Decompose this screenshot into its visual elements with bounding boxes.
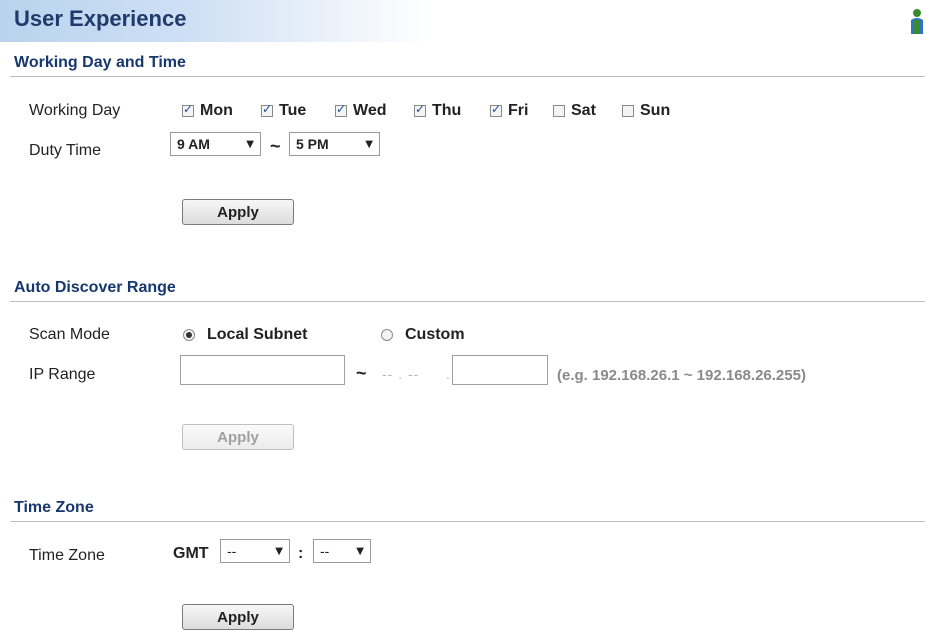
gmt-minutes-select[interactable]: -- ▼ [313, 539, 371, 563]
day-label: Wed [353, 102, 387, 119]
day-label: Mon [200, 102, 233, 119]
user-icon[interactable] [909, 8, 925, 36]
day-checkbox-wed[interactable]: Wed [335, 102, 386, 120]
end-time-select[interactable]: 5 PM ▼ [289, 132, 380, 156]
day-checkbox-fri[interactable]: Fri [490, 102, 528, 120]
end-time-value: 5 PM [296, 136, 329, 152]
ip-dot: . [446, 366, 451, 382]
page-title: User Experience [14, 6, 187, 31]
gmt-label: GMT [173, 545, 209, 562]
duty-time-separator: ~ [270, 136, 281, 156]
ip-end-input[interactable] [452, 355, 548, 385]
checkbox-checked-icon[interactable] [414, 102, 426, 117]
start-time-select[interactable]: 9 AM ▼ [170, 132, 261, 156]
day-label: Thu [432, 102, 462, 119]
day-label: Fri [508, 102, 529, 119]
day-checkbox-sun[interactable]: Sun [622, 102, 670, 120]
dropdown-arrow-icon: ▼ [246, 138, 254, 150]
scan-mode-label: Scan Mode [29, 326, 110, 343]
radio-selected-icon[interactable] [183, 329, 195, 341]
day-checkbox-thu[interactable]: Thu [414, 102, 461, 120]
section-title-timezone: Time Zone [14, 499, 94, 516]
apply-button-timezone[interactable]: Apply [182, 604, 294, 630]
ip-range-label: IP Range [29, 366, 96, 383]
section-title-working: Working Day and Time [14, 54, 186, 71]
apply-button-discover[interactable]: Apply [182, 424, 294, 450]
day-checkbox-tue[interactable]: Tue [261, 102, 306, 120]
radio-unselected-icon[interactable] [381, 329, 393, 341]
day-label: Sat [571, 102, 596, 119]
day-label: Tue [279, 102, 307, 119]
working-day-label: Working Day [29, 102, 121, 119]
scan-mode-custom[interactable]: Custom [381, 326, 465, 344]
ip-mid-placeholder: -- . -- [382, 366, 420, 382]
start-time-value: 9 AM [177, 136, 210, 152]
checkbox-checked-icon[interactable] [335, 102, 347, 117]
gmt-hours-select[interactable]: -- ▼ [220, 539, 290, 563]
checkbox-unchecked-icon[interactable] [622, 105, 634, 117]
checkbox-checked-icon[interactable] [182, 102, 194, 117]
checkbox-checked-icon[interactable] [490, 102, 502, 117]
radio-label: Custom [405, 326, 465, 343]
apply-button-working[interactable]: Apply [182, 199, 294, 225]
duty-time-label: Duty Time [29, 142, 102, 159]
scan-mode-local-subnet[interactable]: Local Subnet [183, 326, 307, 344]
gmt-hours-value: -- [227, 543, 237, 559]
ip-start-input[interactable] [180, 355, 345, 385]
dropdown-arrow-icon: ▼ [356, 545, 364, 557]
dropdown-arrow-icon: ▼ [275, 545, 283, 557]
ip-range-separator: ~ [356, 363, 367, 383]
radio-label: Local Subnet [207, 326, 308, 343]
day-checkbox-sat[interactable]: Sat [553, 102, 596, 120]
gmt-minutes-value: -- [320, 543, 330, 559]
divider [10, 301, 925, 302]
day-checkbox-mon[interactable]: Mon [182, 102, 233, 120]
checkbox-unchecked-icon[interactable] [553, 105, 565, 117]
divider [10, 76, 925, 77]
section-title-discover: Auto Discover Range [14, 279, 176, 296]
ip-range-hint: (e.g. 192.168.26.1 ~ 192.168.26.255) [557, 367, 806, 384]
day-label: Sun [640, 102, 671, 119]
gmt-colon: : [298, 545, 304, 562]
time-zone-label: Time Zone [29, 547, 105, 564]
divider [10, 521, 925, 522]
dropdown-arrow-icon: ▼ [365, 138, 373, 150]
checkbox-checked-icon[interactable] [261, 102, 273, 117]
